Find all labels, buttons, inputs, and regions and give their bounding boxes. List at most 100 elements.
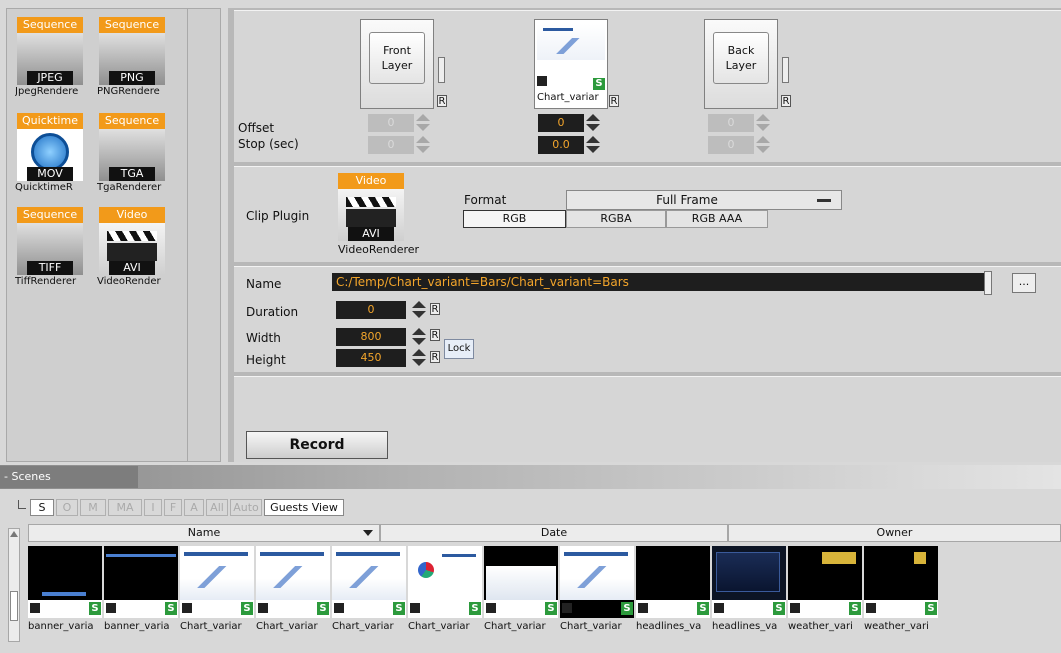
renderer-quicktime[interactable]: Quicktime MOV QuicktimeR: [15, 113, 91, 203]
scroll-up-icon[interactable]: [10, 531, 18, 537]
back-offset-field[interactable]: 0: [708, 114, 754, 132]
renderer-tag: Sequence: [99, 17, 165, 33]
back-layer-button[interactable]: Back Layer: [704, 19, 778, 109]
renderer-name: TgaRenderer: [97, 182, 162, 193]
scroll-thumb[interactable]: [10, 591, 18, 621]
back-layer-slider[interactable]: [782, 57, 789, 83]
front-offset-stepper[interactable]: [416, 114, 432, 132]
scene-item[interactable]: S weather_vari: [788, 546, 864, 636]
front-offset-field[interactable]: 0: [368, 114, 414, 132]
link-icon: [790, 603, 800, 613]
front-stop-stepper[interactable]: [416, 136, 432, 154]
renderer-tag: Quicktime: [17, 113, 83, 129]
main-layer-button[interactable]: S Chart_variar: [534, 19, 608, 109]
record-section: Record: [234, 376, 1061, 462]
tab-a[interactable]: A: [184, 499, 204, 516]
name-scroll-handle[interactable]: [984, 271, 992, 295]
tab-o[interactable]: O: [56, 499, 78, 516]
link-icon: [638, 603, 648, 613]
main-offset-stepper[interactable]: [586, 114, 602, 132]
width-field[interactable]: 800: [336, 328, 406, 346]
scene-thumbnail: [864, 546, 938, 600]
scene-item[interactable]: S banner_varia: [104, 546, 180, 636]
column-date[interactable]: Date: [380, 524, 728, 542]
main-offset-field[interactable]: 0: [538, 114, 584, 132]
tab-ma[interactable]: MA: [108, 499, 142, 516]
scene-thumbnail: [537, 24, 605, 60]
link-icon: [714, 603, 724, 613]
height-stepper[interactable]: [412, 349, 428, 367]
scenes-title[interactable]: - Scenes: [0, 466, 138, 488]
scene-item[interactable]: S Chart_variar: [180, 546, 256, 636]
tab-f[interactable]: F: [164, 499, 182, 516]
width-reset[interactable]: R: [430, 329, 440, 341]
scene-item[interactable]: S headlines_va: [636, 546, 712, 636]
format-rgb-button[interactable]: RGB: [463, 210, 566, 228]
scene-item[interactable]: S Chart_variar: [408, 546, 484, 636]
renderer-video[interactable]: Video AVI VideoRender: [97, 207, 173, 297]
format-rgbaaa-button[interactable]: RGB AAA: [666, 210, 768, 228]
scene-item[interactable]: S Chart_variar: [484, 546, 560, 636]
front-stop-field[interactable]: 0: [368, 136, 414, 154]
tab-m[interactable]: M: [80, 499, 106, 516]
scene-badge: S: [849, 602, 861, 615]
main-stop-field[interactable]: 0.0: [538, 136, 584, 154]
output-name-field[interactable]: C:/Temp/Chart_variant=Bars/Chart_variant…: [332, 273, 984, 291]
main-stop-stepper[interactable]: [586, 136, 602, 154]
scene-item[interactable]: S Chart_variar: [256, 546, 332, 636]
back-layer-reset[interactable]: R: [781, 95, 791, 107]
height-reset[interactable]: R: [430, 351, 440, 363]
renderer-tag: Sequence: [99, 113, 165, 129]
duration-field[interactable]: 0: [336, 301, 406, 319]
renderer-png[interactable]: Sequence PNG PNGRendere: [97, 17, 173, 107]
scene-item[interactable]: S headlines_va: [712, 546, 788, 636]
browse-button[interactable]: ...: [1012, 273, 1036, 293]
link-icon: [410, 603, 420, 613]
scene-name: Chart_variar: [408, 621, 470, 632]
scene-badge: S: [621, 602, 633, 615]
back-stop-field[interactable]: 0: [708, 136, 754, 154]
scene-item[interactable]: S weather_vari: [864, 546, 940, 636]
width-label: Width: [246, 331, 281, 345]
renderer-format: AVI: [109, 261, 155, 275]
duration-reset[interactable]: R: [430, 303, 440, 315]
renderer-format: TGA: [109, 167, 155, 181]
renderer-name: PNGRendere: [97, 86, 160, 97]
front-layer-slider[interactable]: [438, 57, 445, 83]
tab-auto[interactable]: Auto: [230, 499, 262, 516]
tab-guests-view[interactable]: Guests View: [264, 499, 344, 516]
duration-stepper[interactable]: [412, 301, 428, 319]
renderer-tga[interactable]: Sequence TGA TgaRenderer: [97, 113, 173, 203]
main-layer-reset[interactable]: R: [609, 95, 619, 107]
lock-aspect-button[interactable]: Lock: [444, 339, 474, 359]
scene-badge: S: [165, 602, 177, 615]
offset-label: Offset: [238, 121, 275, 135]
front-layer-button[interactable]: Front Layer: [360, 19, 434, 109]
tab-i[interactable]: I: [144, 499, 162, 516]
tab-s[interactable]: S: [30, 499, 54, 516]
renderer-format: JPEG: [27, 71, 73, 85]
back-stop-stepper[interactable]: [756, 136, 772, 154]
column-name[interactable]: Name: [28, 524, 380, 542]
scene-name: banner_varia: [104, 621, 170, 632]
scene-item[interactable]: S Chart_variar: [332, 546, 408, 636]
renderer-jpeg[interactable]: Sequence JPEG JpegRendere: [15, 17, 91, 107]
renderer-name: JpegRendere: [15, 86, 79, 97]
width-stepper[interactable]: [412, 328, 428, 346]
clip-plugin-selector[interactable]: Video AVI: [338, 173, 404, 241]
renderer-name: QuicktimeR: [15, 182, 73, 193]
record-button[interactable]: Record: [246, 431, 388, 459]
scene-item[interactable]: S banner_varia: [28, 546, 104, 636]
back-offset-stepper[interactable]: [756, 114, 772, 132]
scene-item[interactable]: S Chart_variar: [560, 546, 636, 636]
scenes-titlebar: [0, 465, 1061, 489]
front-layer-reset[interactable]: R: [437, 95, 447, 107]
scenes-scrollbar[interactable]: [8, 528, 20, 642]
height-field[interactable]: 450: [336, 349, 406, 367]
format-dropdown[interactable]: Full Frame: [566, 190, 842, 210]
format-rgba-button[interactable]: RGBA: [566, 210, 666, 228]
tab-all[interactable]: All: [206, 499, 228, 516]
column-owner[interactable]: Owner: [728, 524, 1061, 542]
clip-plugin-label: Clip Plugin: [246, 209, 310, 223]
renderer-tiff[interactable]: Sequence TIFF TiffRenderer: [15, 207, 91, 297]
